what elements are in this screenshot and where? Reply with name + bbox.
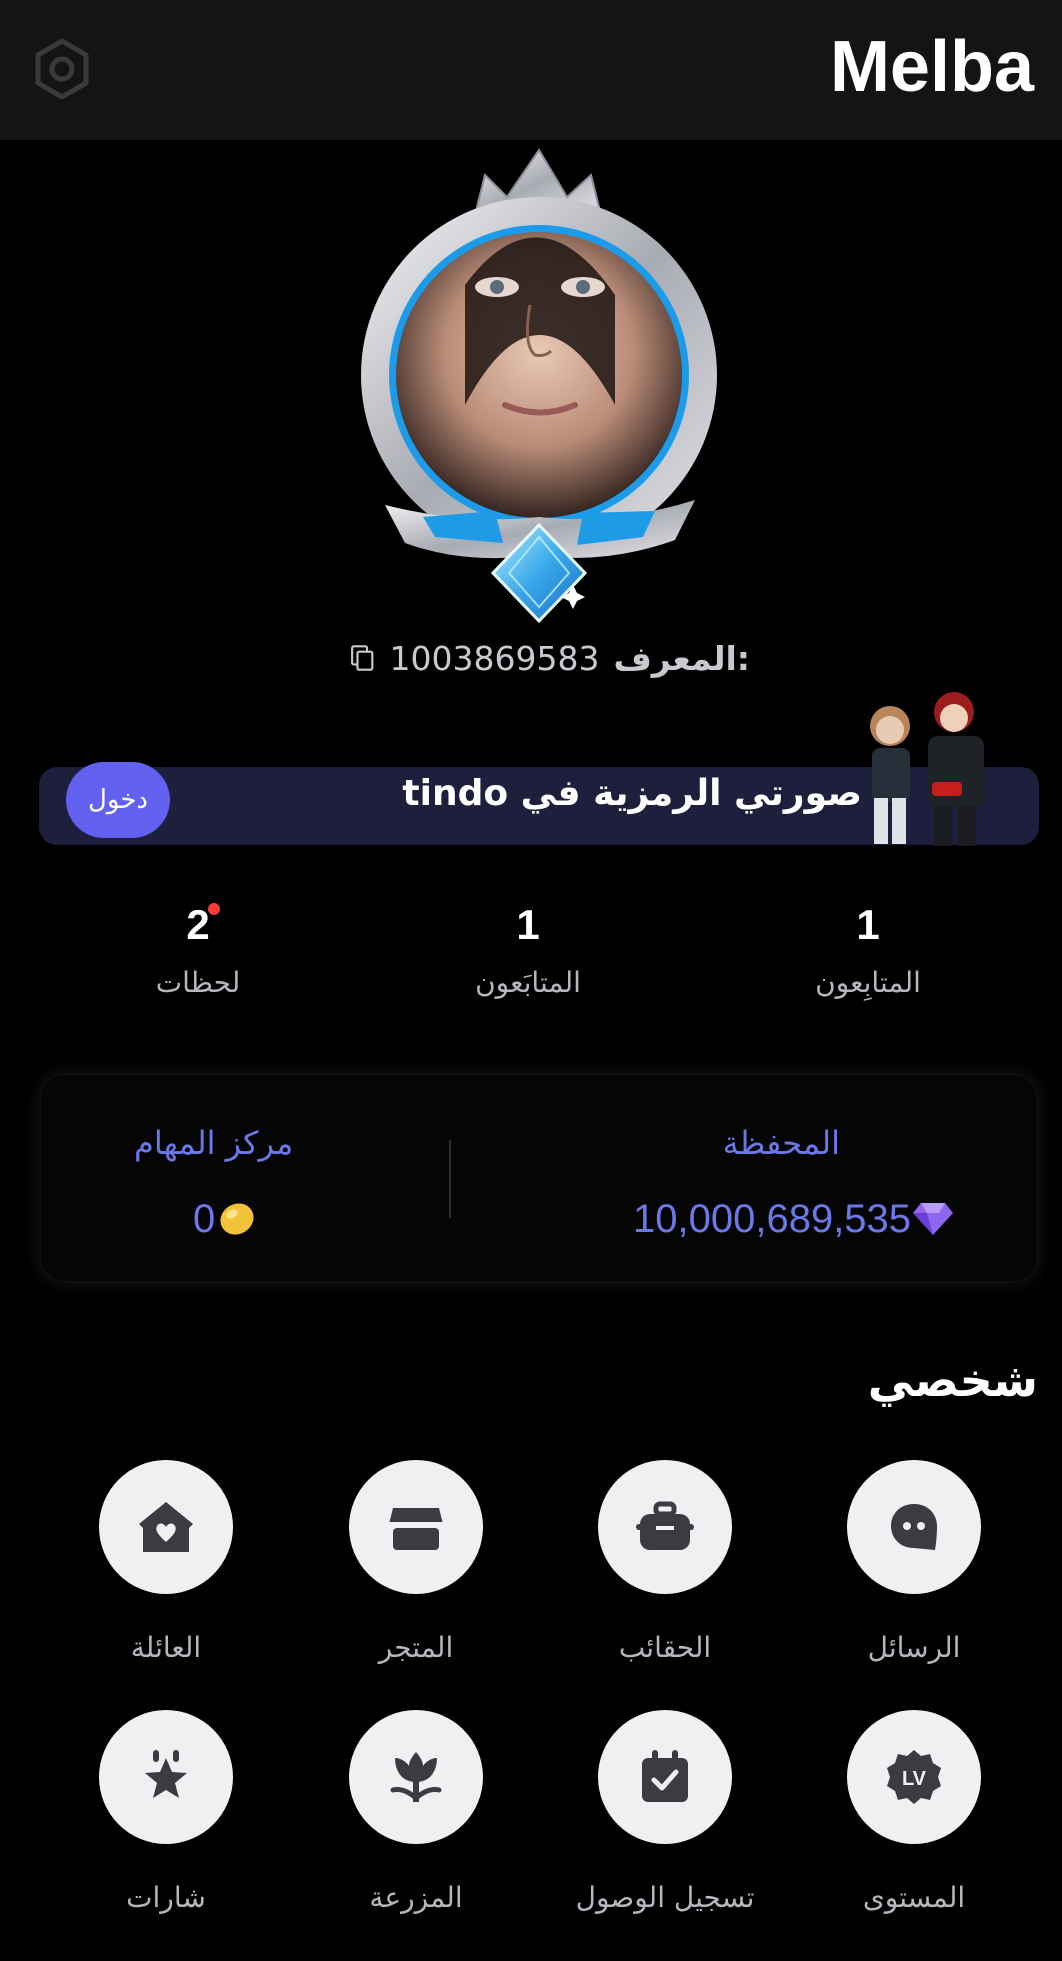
svg-text:LV: LV	[902, 1768, 927, 1790]
gear-icon	[35, 38, 89, 100]
wallet-balance[interactable]: 10,000,689,535	[633, 1194, 954, 1244]
banner-text: صورتي الرمزية في tindo	[402, 773, 862, 814]
grid-label: العائلة	[130, 1631, 202, 1664]
following-count: 1	[516, 901, 540, 948]
grid-item-messages[interactable]: الرسائل	[794, 1460, 1034, 1680]
grid-label: تسجيل الوصول	[575, 1881, 755, 1914]
farm-flower-icon	[390, 1752, 442, 1802]
wallet-card	[40, 1074, 1038, 1282]
grid-item-check-in[interactable]: تسجيل الوصول	[545, 1710, 785, 1930]
user-id-value: 1003869583	[389, 638, 600, 678]
followers-stat[interactable]: 1 المتابِعون	[758, 895, 978, 1005]
followers-label: المتابِعون	[815, 966, 921, 999]
wallet-balance-value: 10,000,689,535	[633, 1197, 912, 1241]
profile-name: Melba	[829, 27, 1034, 107]
grid-label: المتجر	[378, 1631, 454, 1664]
user-id-label: المعرف:	[613, 638, 750, 678]
grid-label: المستوى	[862, 1881, 966, 1914]
moments-count: 2	[186, 901, 210, 948]
avatar-frame	[361, 148, 717, 624]
followers-count: 1	[856, 901, 880, 948]
grid-item-store[interactable]: المتجر	[296, 1460, 536, 1680]
grid-item-bags[interactable]: الحقائب	[545, 1460, 785, 1680]
following-stat[interactable]: 1 المتابَعون	[418, 895, 638, 1005]
message-icon	[891, 1504, 937, 1550]
grid-item-level[interactable]: LV المستوى	[794, 1710, 1034, 1930]
family-house-icon	[139, 1502, 193, 1552]
settings-button[interactable]	[30, 37, 94, 101]
grid-item-farm[interactable]: المزرعة	[296, 1710, 536, 1930]
diamond-icon	[913, 1203, 954, 1235]
tasks-center-title[interactable]: مركز المهام	[134, 1120, 293, 1166]
personal-section-title: شخصي	[867, 1353, 1038, 1407]
grid-label: الرسائل	[867, 1631, 961, 1664]
following-label: المتابَعون	[475, 966, 581, 999]
bag-icon	[636, 1501, 694, 1550]
user-id-row: 1003869583 المعرف:	[350, 630, 750, 686]
grid-label: شارات	[126, 1881, 206, 1914]
grid-label: الحقائب	[618, 1631, 712, 1664]
moments-stat[interactable]: 2 لحظات	[88, 895, 308, 1005]
wallet-divider	[449, 1140, 451, 1218]
level-badge-icon: LV	[887, 1750, 941, 1804]
moments-label: لحظات	[155, 966, 241, 999]
check-in-calendar-icon	[642, 1750, 688, 1802]
notification-dot	[207, 903, 220, 915]
grid-item-badges[interactable]: شارات	[46, 1710, 286, 1930]
top-bar: Melba	[0, 0, 1062, 140]
grid-label: المزرعة	[369, 1881, 463, 1914]
tasks-center-balance[interactable]: 0	[193, 1194, 257, 1244]
enter-button[interactable]: دخول	[66, 762, 170, 838]
store-icon	[389, 1508, 443, 1550]
wallet-title[interactable]: المحفظة	[723, 1120, 840, 1166]
grid-item-family[interactable]: العائلة	[46, 1460, 286, 1680]
badge-star-icon	[145, 1750, 187, 1798]
avatar[interactable]	[345, 145, 725, 625]
avatar-characters-illustration	[862, 690, 1012, 846]
bean-coin-icon	[220, 1203, 254, 1235]
copy-icon[interactable]	[350, 632, 376, 684]
tasks-center-value: 0	[193, 1197, 216, 1241]
